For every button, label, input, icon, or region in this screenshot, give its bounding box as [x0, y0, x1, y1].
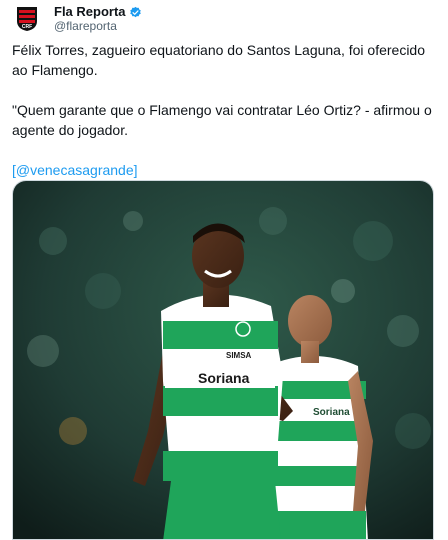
svg-text:CRF: CRF: [22, 24, 32, 30]
tweet-media-photo[interactable]: Soriana Soriana SIMSA: [12, 180, 434, 540]
display-name[interactable]: Fla Reporta: [54, 5, 126, 19]
soccer-players-photo: Soriana Soriana SIMSA: [13, 181, 434, 540]
author-names: Fla Reporta @flareporta: [54, 5, 142, 33]
handle[interactable]: @flareporta: [54, 19, 142, 33]
tweet-paragraph: "Quem garante que o Flamengo vai contrat…: [12, 100, 432, 140]
tweet-mention-line: [@venecasagrande]: [12, 160, 432, 180]
tweet-text: Félix Torres, zagueiro equatoriano do Sa…: [12, 40, 432, 180]
flamengo-crest-icon: CRF: [16, 6, 38, 32]
verified-badge-icon: [129, 6, 142, 19]
tweet-paragraph: Félix Torres, zagueiro equatoriano do Sa…: [12, 40, 432, 80]
jersey-sponsor-text: Soriana: [313, 407, 350, 418]
tweet-header: CRF Fla Reporta @flareporta: [12, 4, 142, 34]
mention-link[interactable]: @venecasagrande: [16, 162, 134, 178]
jersey-sponsor-2-text: SIMSA: [226, 351, 252, 360]
avatar[interactable]: CRF: [12, 4, 42, 34]
bracket-close: ]: [134, 162, 138, 178]
jersey-sponsor-text: Soriana: [198, 370, 250, 386]
